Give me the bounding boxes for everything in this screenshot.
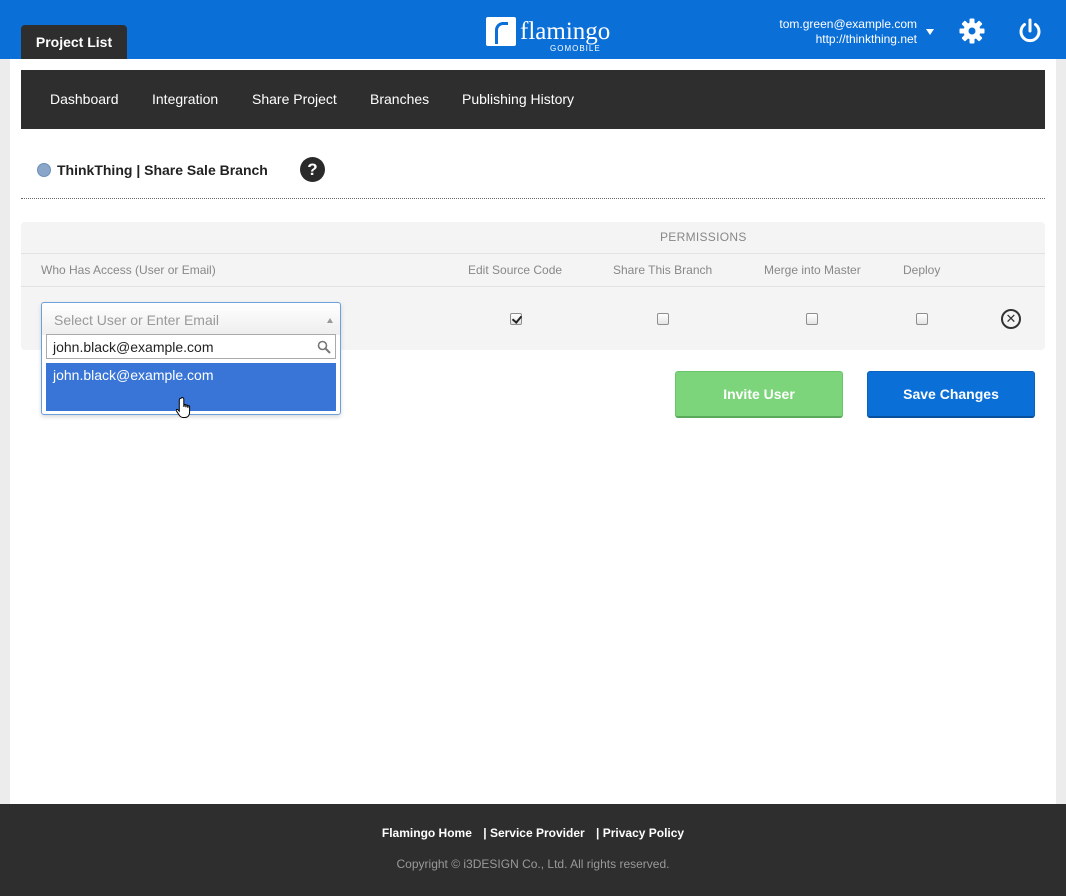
chevron-up-icon [327, 318, 333, 323]
remove-row-icon[interactable]: ✕ [1001, 309, 1021, 329]
user-select[interactable]: Select User or Enter Email [42, 303, 340, 335]
search-input[interactable]: john.black@example.com [46, 334, 336, 359]
chevron-down-icon[interactable] [926, 29, 934, 35]
invite-user-button[interactable]: Invite User [675, 371, 843, 418]
hand-pointer-cursor-icon [176, 396, 191, 418]
project-list-tab[interactable]: Project List [21, 25, 127, 59]
flamingo-logo-icon [486, 17, 516, 46]
logo-subtext: GOMOBILE [550, 44, 601, 53]
divider [21, 253, 1045, 254]
who-has-access-header: Who Has Access (User or Email) [41, 263, 216, 277]
nav-branches[interactable]: Branches [370, 70, 429, 129]
power-icon[interactable] [1016, 17, 1044, 45]
search-input-value: john.black@example.com [53, 339, 214, 355]
nav-publishing-history[interactable]: Publishing History [462, 70, 574, 129]
help-icon[interactable]: ? [300, 157, 325, 182]
footer-link-home[interactable]: Flamingo Home [382, 826, 472, 840]
breadcrumb: ThinkThing | Share Sale Branch [37, 160, 268, 180]
logo-text: flamingo [520, 18, 611, 45]
edit-source-code-header: Edit Source Code [468, 263, 563, 277]
share-branch-checkbox[interactable] [657, 313, 669, 325]
divider [21, 286, 1045, 287]
footer: Flamingo Home | Service Provider | Priva… [0, 804, 1066, 896]
gear-icon[interactable] [958, 17, 986, 45]
page-title: ThinkThing | Share Sale Branch [57, 162, 268, 178]
search-icon [317, 340, 331, 354]
edit-source-code-checkbox[interactable] [510, 313, 522, 325]
globe-icon [37, 163, 51, 177]
footer-link-service-provider[interactable]: | Service Provider [483, 826, 584, 840]
share-branch-header: Share This Branch [613, 263, 713, 277]
merge-master-checkbox[interactable] [806, 313, 818, 325]
divider [21, 198, 1045, 199]
sub-nav: Dashboard Integration Share Project Bran… [21, 70, 1045, 129]
flamingo-logo[interactable]: flamingo GOMOBILE [486, 17, 616, 55]
footer-links: Flamingo Home | Service Provider | Priva… [0, 826, 1066, 840]
nav-share-project[interactable]: Share Project [252, 70, 337, 129]
nav-integration[interactable]: Integration [152, 70, 218, 129]
select-placeholder: Select User or Enter Email [54, 312, 219, 328]
user-email: tom.green@example.com [779, 17, 917, 31]
nav-dashboard[interactable]: Dashboard [50, 70, 119, 129]
user-site: http://thinkthing.net [815, 32, 917, 46]
deploy-checkbox[interactable] [916, 313, 928, 325]
footer-link-privacy[interactable]: | Privacy Policy [596, 826, 684, 840]
user-menu[interactable]: tom.green@example.com http://thinkthing.… [779, 17, 917, 47]
save-changes-button[interactable]: Save Changes [867, 371, 1035, 418]
copyright: Copyright © i3DESIGN Co., Ltd. All right… [396, 857, 670, 871]
permissions-title: PERMISSIONS [660, 230, 747, 244]
merge-master-header: Merge into Master [764, 263, 861, 277]
deploy-header: Deploy [903, 263, 941, 277]
